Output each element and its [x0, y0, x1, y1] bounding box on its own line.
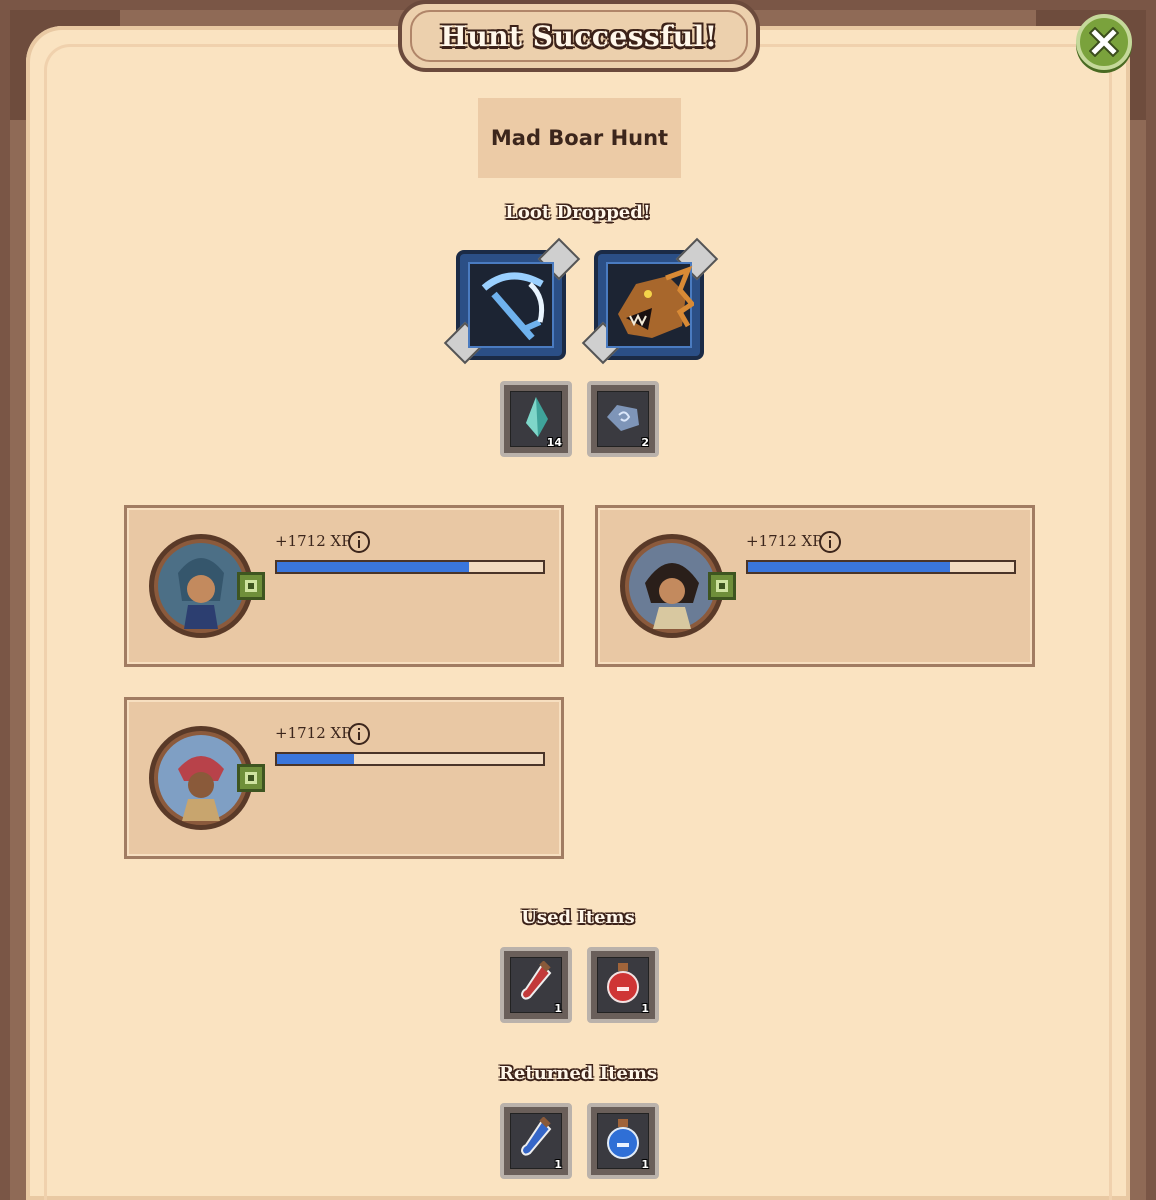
class-badge — [708, 572, 736, 600]
hero-card: +1712 XP — [124, 505, 564, 667]
used-items-heading: Used Items — [521, 907, 635, 928]
blue-potion-icon — [607, 1119, 639, 1159]
xp-progress-bar — [746, 560, 1016, 574]
xp-progress-bar — [275, 752, 545, 766]
xp-progress-bar — [275, 560, 545, 574]
item-quantity: 1 — [641, 1158, 649, 1171]
xp-progress-fill — [748, 562, 951, 572]
close-icon — [1089, 27, 1119, 57]
close-button[interactable] — [1076, 14, 1132, 70]
returned-item[interactable]: 1 — [500, 1103, 572, 1179]
hero-card: +1712 XP — [124, 697, 564, 859]
crystal-shard-icon — [526, 397, 548, 437]
item-quantity: 14 — [546, 436, 562, 449]
loot-item-rare[interactable] — [443, 237, 581, 365]
pickaxe-icon — [481, 272, 545, 341]
xp-progress-fill — [277, 562, 469, 572]
class-emblem-icon — [245, 580, 257, 592]
hunt-name-box: Mad Boar Hunt — [478, 98, 681, 178]
xp-progress-fill — [277, 754, 355, 764]
xp-gain-label: +1712 XP — [275, 532, 352, 550]
info-icon[interactable] — [347, 722, 371, 746]
class-badge — [237, 572, 265, 600]
item-quantity: 2 — [641, 436, 649, 449]
red-vial-icon — [520, 961, 552, 1000]
xp-gain-label: +1712 XP — [746, 532, 823, 550]
loot-item-material[interactable]: 2 — [587, 381, 659, 457]
returned-items-heading: Returned Items — [498, 1063, 658, 1084]
dragon-head-icon — [618, 265, 694, 338]
hero-avatar-icon — [178, 558, 224, 629]
red-potion-icon — [607, 963, 639, 1003]
loot-item-rare[interactable] — [581, 237, 719, 365]
used-item[interactable]: 1 — [587, 947, 659, 1023]
hero-card: +1712 XP — [595, 505, 1035, 667]
hero-avatar-icon — [645, 563, 699, 629]
returned-item[interactable]: 1 — [587, 1103, 659, 1179]
class-emblem-icon — [716, 580, 728, 592]
loot-dropped-heading: Loot Dropped! — [505, 202, 651, 223]
info-icon[interactable] — [347, 530, 371, 554]
item-quantity: 1 — [554, 1002, 562, 1015]
xp-gain-label: +1712 XP — [275, 724, 352, 742]
rune-stone-icon — [607, 405, 639, 431]
loot-item-material[interactable]: 14 — [500, 381, 572, 457]
title-banner: Hunt Successful! — [398, 0, 760, 72]
item-quantity: 1 — [641, 1002, 649, 1015]
hero-avatar-icon — [178, 756, 224, 821]
used-item[interactable]: 1 — [500, 947, 572, 1023]
blue-vial-icon — [520, 1117, 552, 1156]
dialog-title: Hunt Successful! — [440, 19, 718, 53]
item-quantity: 1 — [554, 1158, 562, 1171]
hunt-name: Mad Boar Hunt — [490, 126, 669, 150]
info-icon[interactable] — [818, 530, 842, 554]
class-badge — [237, 764, 265, 792]
class-emblem-icon — [245, 772, 257, 784]
